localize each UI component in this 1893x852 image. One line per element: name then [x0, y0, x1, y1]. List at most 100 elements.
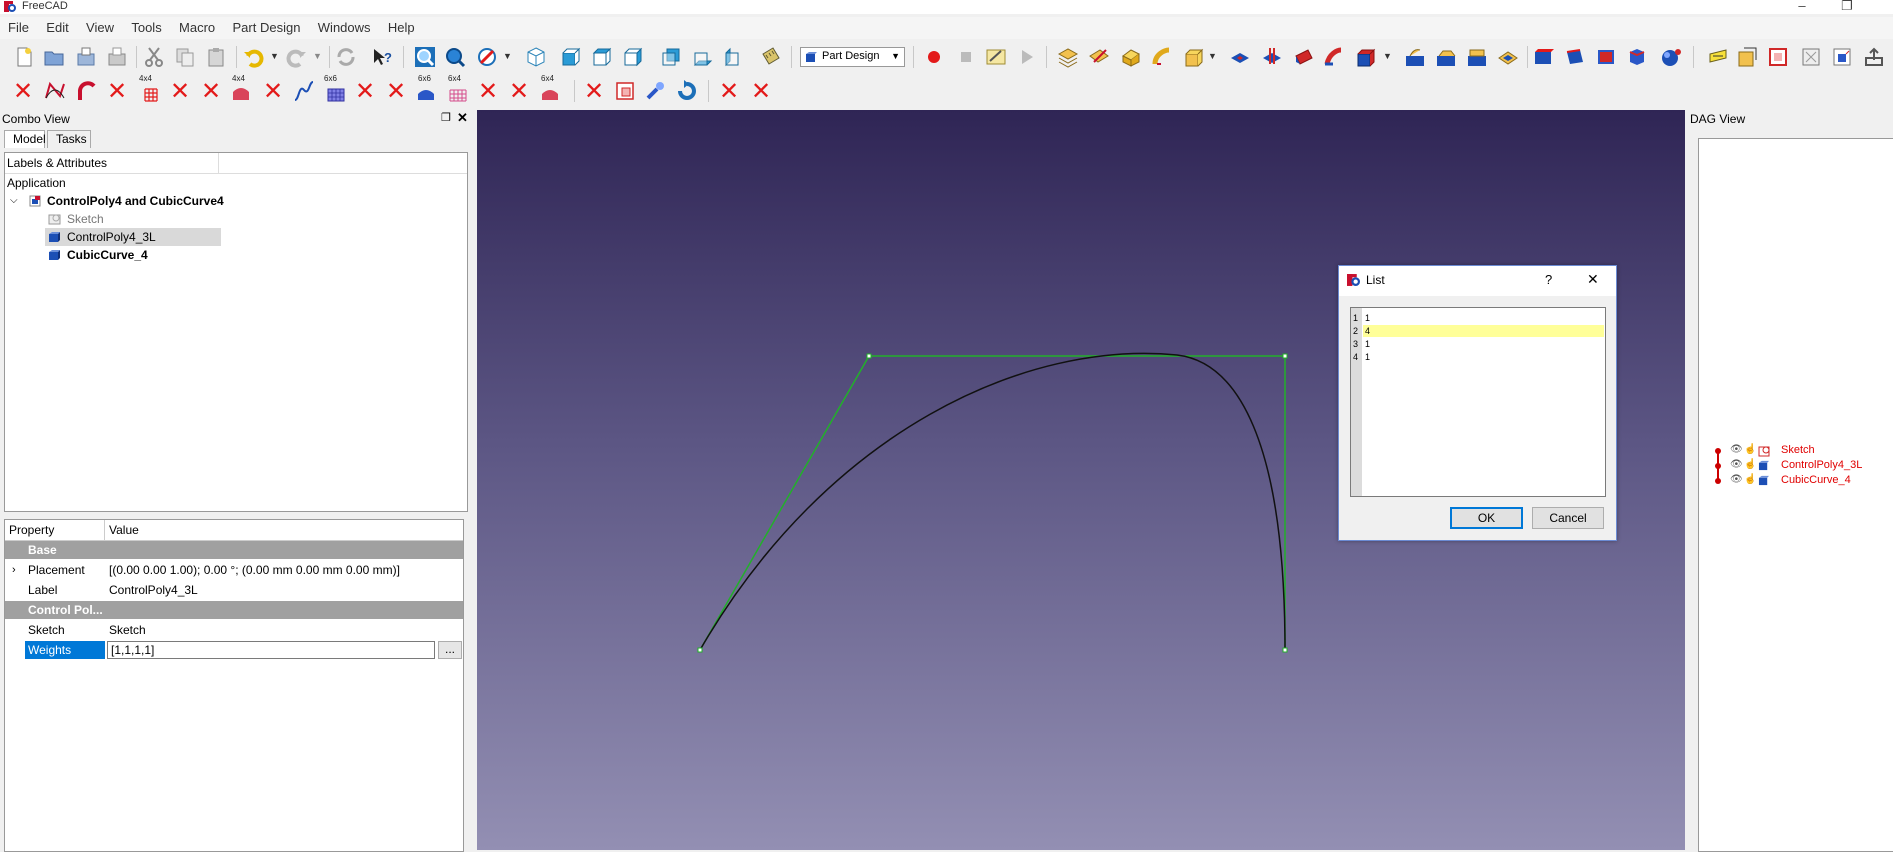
edit-macro-icon[interactable] — [985, 46, 1007, 68]
menu-edit[interactable]: Edit — [38, 17, 74, 35]
dialog-close-button[interactable]: ✕ — [1587, 271, 1599, 288]
techdraw-view-icon[interactable] — [1767, 46, 1789, 68]
minimize-button[interactable]: – — [1787, 0, 1817, 13]
property-row-weights[interactable]: Weights [1,1,1,1] ... — [5, 640, 463, 660]
eye-icon[interactable]: 👁 — [1730, 444, 1743, 455]
menu-help[interactable]: Help — [380, 17, 421, 35]
surface-6x4-icon[interactable] — [539, 80, 561, 102]
ok-button[interactable]: OK — [1450, 507, 1523, 529]
dimension-icon[interactable] — [1707, 46, 1729, 68]
control-polygon-icon[interactable] — [44, 80, 66, 102]
stop-macro-icon[interactable] — [955, 46, 977, 68]
grid-6x4-icon[interactable] — [446, 80, 468, 102]
dag-node-cubiccurve[interactable]: 👁 ☝ CubicCurve_4 — [1730, 474, 1890, 488]
additive-primitive-icon[interactable] — [1182, 46, 1204, 68]
refresh-arrow-icon[interactable] — [676, 80, 698, 102]
sphere-icon[interactable] — [1660, 46, 1682, 68]
surface-4x4-icon[interactable] — [230, 80, 252, 102]
weights-edit-button[interactable]: ... — [438, 641, 462, 659]
delete-x-icon[interactable]: ✕ — [385, 79, 407, 103]
cubic-curve[interactable] — [699, 352, 1286, 651]
control-point[interactable] — [1282, 647, 1288, 653]
list-line[interactable]: 1 — [1365, 351, 1370, 364]
view-top-icon[interactable] — [591, 46, 613, 68]
property-group-base[interactable]: Base — [5, 541, 463, 559]
float-panel-icon[interactable]: ❐ — [441, 111, 451, 124]
menu-windows[interactable]: Windows — [310, 17, 377, 35]
close-panel-icon[interactable]: ✕ — [457, 110, 468, 126]
workbench-selector[interactable]: Part Design ▼ — [800, 47, 905, 67]
redo-icon[interactable] — [285, 46, 307, 68]
delete-x-icon[interactable]: ✕ — [169, 79, 191, 103]
dag-canvas[interactable]: 👁 ☝ Sketch 👁 ☝ ControlPoly4_3L 👁 ☝ Cubic… — [1698, 138, 1893, 852]
record-macro-icon[interactable] — [923, 46, 945, 68]
revolution-icon[interactable] — [1151, 46, 1173, 68]
create-sketch-icon[interactable] — [1088, 46, 1110, 68]
delete-x-icon[interactable]: ✕ — [354, 79, 376, 103]
subtractive-primitive-icon[interactable] — [1354, 46, 1376, 68]
selection-box-icon[interactable] — [614, 80, 636, 102]
mirrored-icon[interactable] — [1532, 46, 1554, 68]
property-row-placement[interactable]: › Placement [(0.00 0.00 1.00); 0.00 °; (… — [5, 560, 463, 580]
menu-view[interactable]: View — [78, 17, 120, 35]
save-icon[interactable] — [75, 46, 97, 68]
dag-node-sketch[interactable]: 👁 ☝ Sketch — [1730, 444, 1890, 458]
menu-file[interactable]: File — [0, 17, 35, 35]
chevron-right-icon[interactable]: › — [12, 560, 16, 580]
fit-selection-icon[interactable] — [444, 46, 466, 68]
surface-6x6-icon[interactable] — [415, 80, 437, 102]
delete-x-icon[interactable]: ✕ — [477, 79, 499, 103]
list-line[interactable]: 4 — [1365, 325, 1370, 338]
view-bottom-icon[interactable] — [692, 46, 714, 68]
paste-icon[interactable] — [205, 46, 227, 68]
grid-6x6-icon[interactable] — [324, 80, 346, 102]
subtractive-loft-icon[interactable] — [1323, 46, 1345, 68]
menu-tools[interactable]: Tools — [123, 17, 167, 35]
list-line[interactable]: 1 — [1365, 338, 1370, 351]
hole-icon[interactable] — [1261, 46, 1283, 68]
eye-icon[interactable]: 👁 — [1730, 459, 1743, 470]
save-as-icon[interactable] — [106, 46, 128, 68]
refresh-icon[interactable] — [335, 46, 357, 68]
export-page-icon[interactable] — [1863, 46, 1885, 68]
techdraw-projection-icon[interactable] — [1831, 46, 1853, 68]
chamfer-icon[interactable] — [1435, 46, 1457, 68]
fillet-icon[interactable] — [1404, 46, 1426, 68]
list-editor[interactable]: 1 2 3 4 1 4 1 1 — [1350, 307, 1606, 497]
techdraw-section-icon[interactable] — [1800, 46, 1822, 68]
linear-pattern-icon[interactable] — [1564, 46, 1586, 68]
open-folder-icon[interactable] — [43, 46, 65, 68]
control-point[interactable] — [697, 647, 703, 653]
groove-icon[interactable] — [1292, 46, 1314, 68]
undo-icon[interactable] — [243, 46, 265, 68]
chevron-down-icon[interactable]: ⌵ — [10, 192, 18, 210]
restore-button[interactable]: ❐ — [1832, 0, 1862, 14]
pocket-icon[interactable] — [1229, 46, 1251, 68]
whats-this-icon[interactable]: ? — [371, 46, 393, 68]
draw-style-dropdown-icon[interactable]: ▼ — [503, 51, 512, 61]
run-macro-icon[interactable] — [1016, 46, 1038, 68]
arc-curve-icon[interactable] — [76, 80, 98, 102]
menu-macro[interactable]: Macro — [171, 17, 221, 35]
spline-curve-icon[interactable] — [293, 80, 315, 102]
techdraw-page-icon[interactable] — [1736, 46, 1758, 68]
control-polygon[interactable] — [699, 355, 1286, 651]
view-front-icon[interactable] — [560, 46, 582, 68]
view-rear-icon[interactable] — [660, 46, 682, 68]
cut-icon[interactable] — [143, 46, 165, 68]
delete-x-icon[interactable]: ✕ — [12, 79, 34, 103]
undo-dropdown-icon[interactable]: ▼ — [270, 51, 279, 61]
draft-icon[interactable] — [1466, 46, 1488, 68]
cancel-button[interactable]: Cancel — [1532, 507, 1604, 529]
eye-icon[interactable]: 👁 — [1730, 474, 1743, 485]
part-body-icon[interactable] — [1057, 46, 1079, 68]
tree-application[interactable]: Application — [7, 174, 66, 192]
delete-x-icon[interactable]: ✕ — [106, 79, 128, 103]
primitive-dropdown-icon[interactable]: ▼ — [1208, 51, 1217, 61]
view-right-icon[interactable] — [622, 46, 644, 68]
multi-transform-icon[interactable] — [1626, 46, 1648, 68]
subtractive-dropdown-icon[interactable]: ▼ — [1383, 51, 1392, 61]
dag-node-controlpoly[interactable]: 👁 ☝ ControlPoly4_3L — [1730, 459, 1890, 473]
tree-document-row[interactable]: ⌵ ControlPoly4 and CubicCurve4 — [5, 192, 305, 210]
tools-icon[interactable] — [645, 80, 667, 102]
